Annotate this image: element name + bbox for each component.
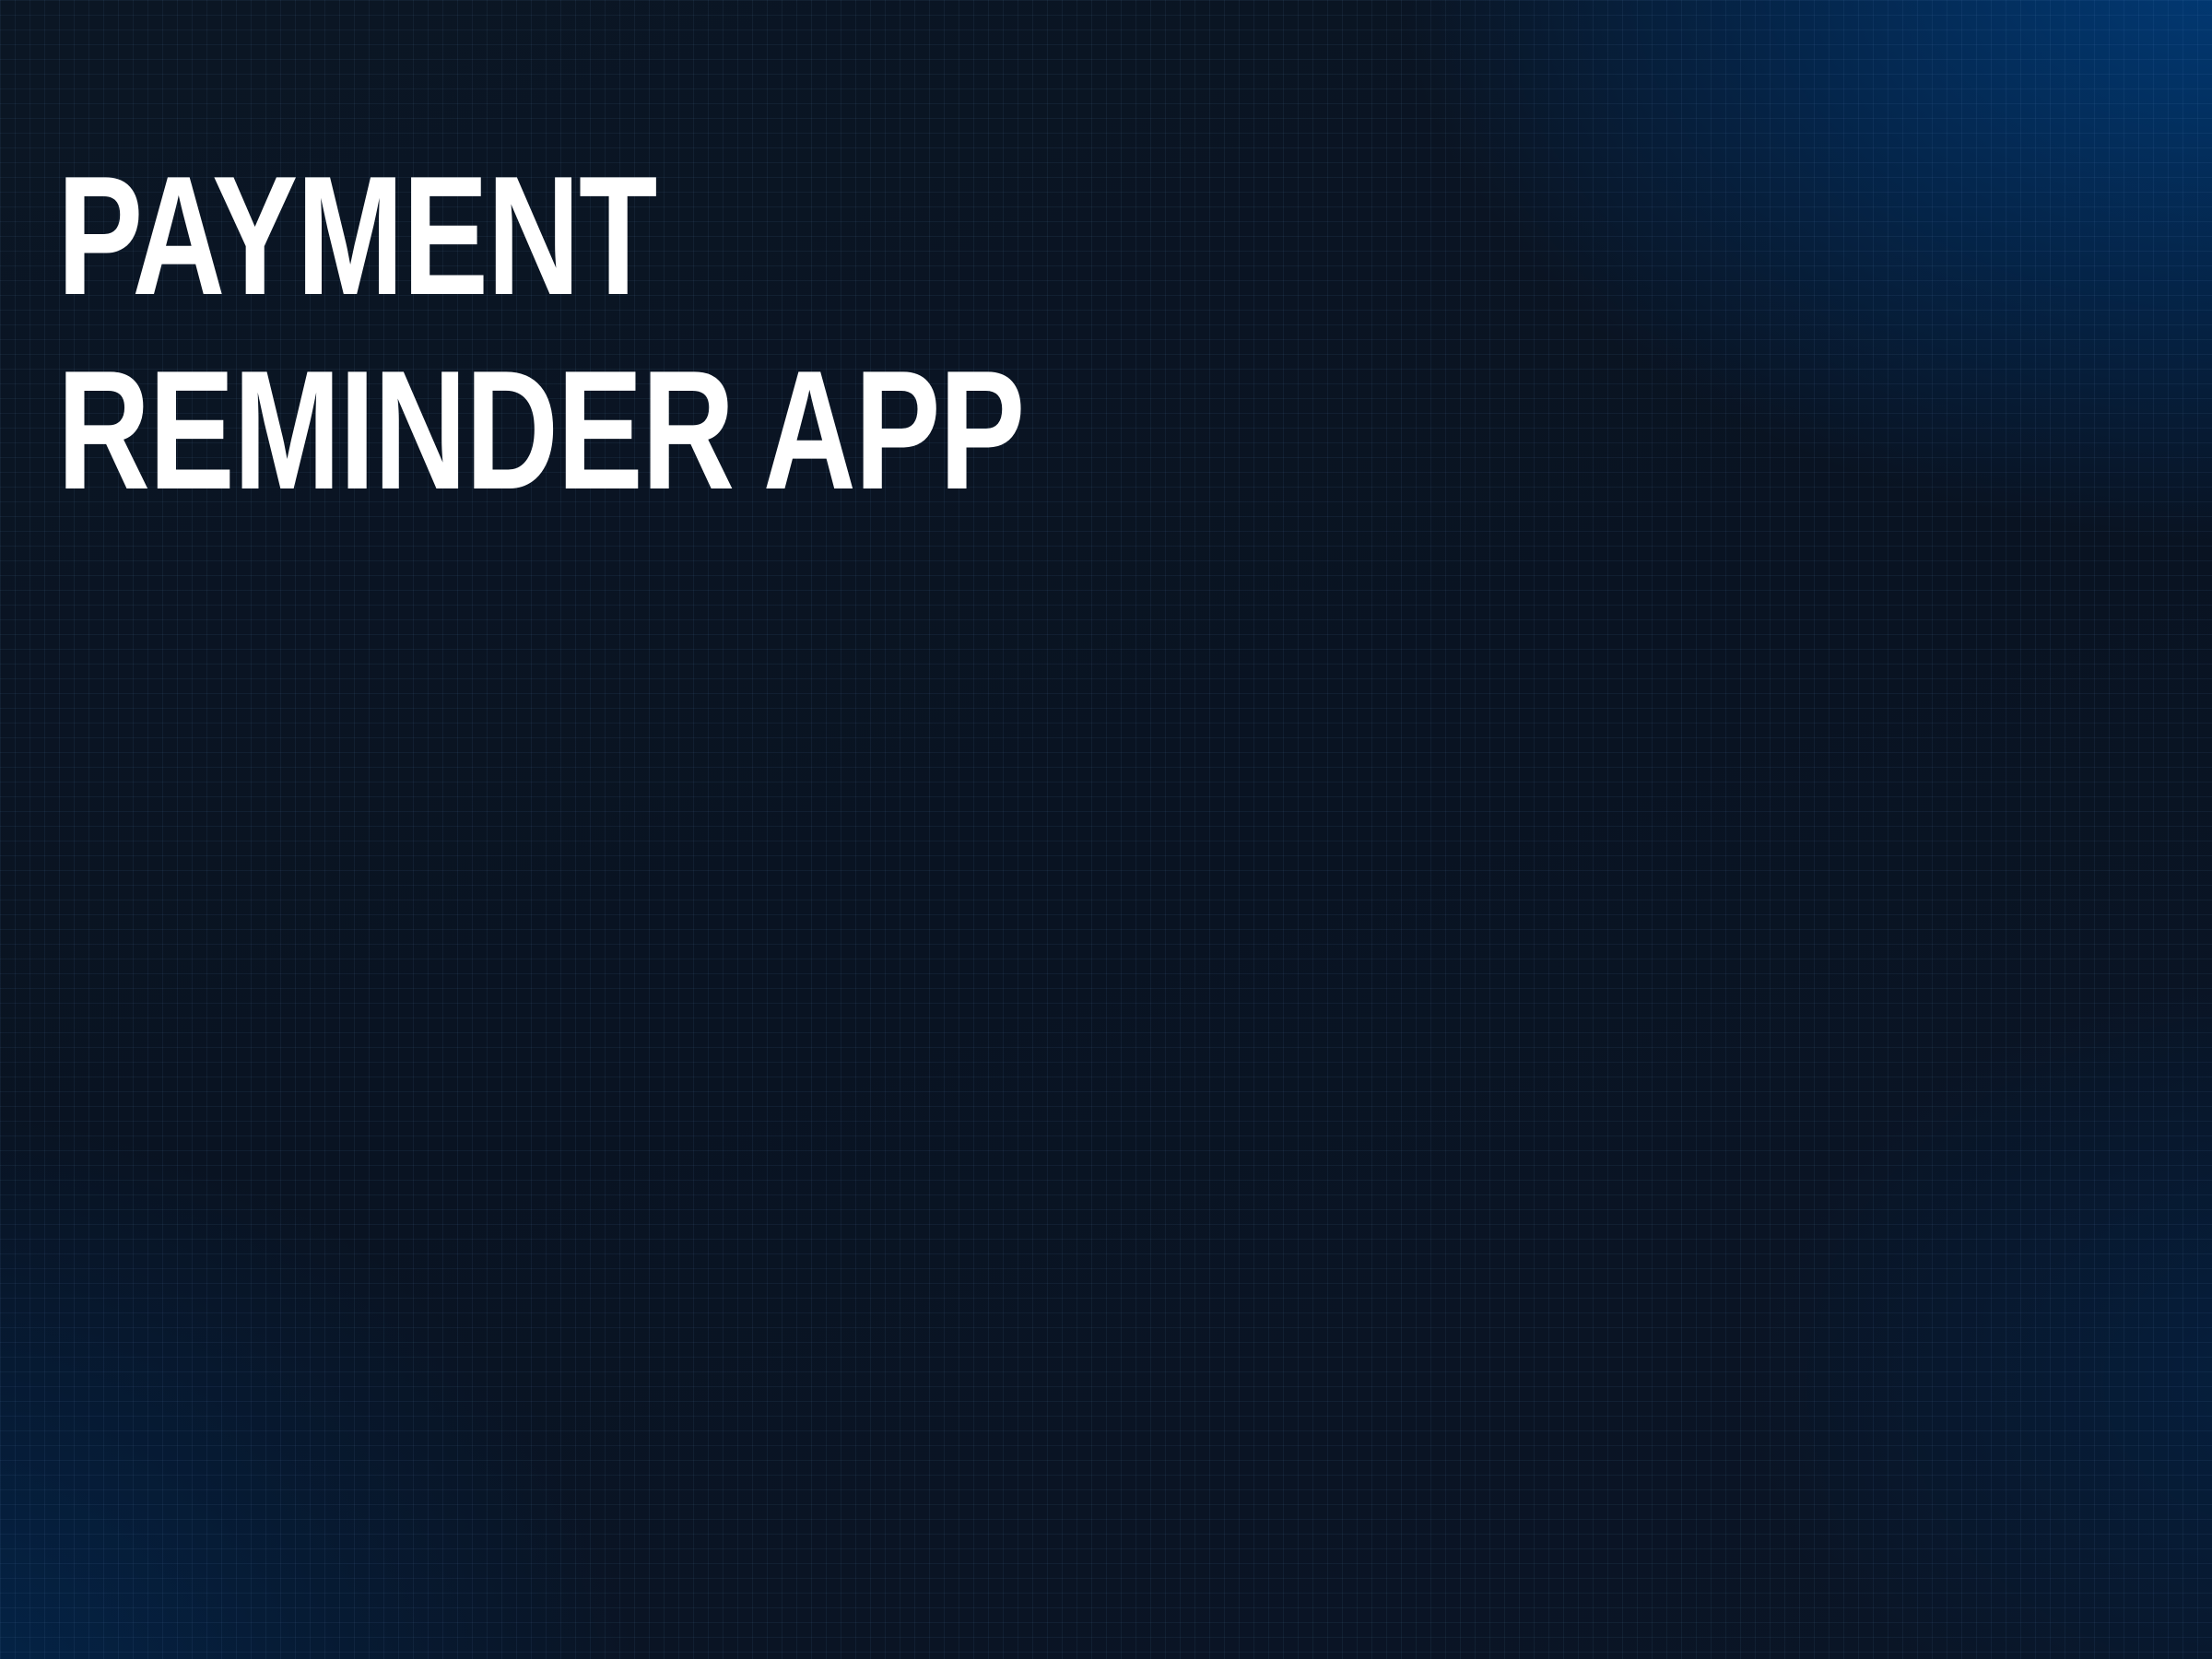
- title-screen: PAYMENT REMINDER APP: [0, 0, 2212, 1659]
- page-title: PAYMENT REMINDER APP: [57, 140, 1025, 524]
